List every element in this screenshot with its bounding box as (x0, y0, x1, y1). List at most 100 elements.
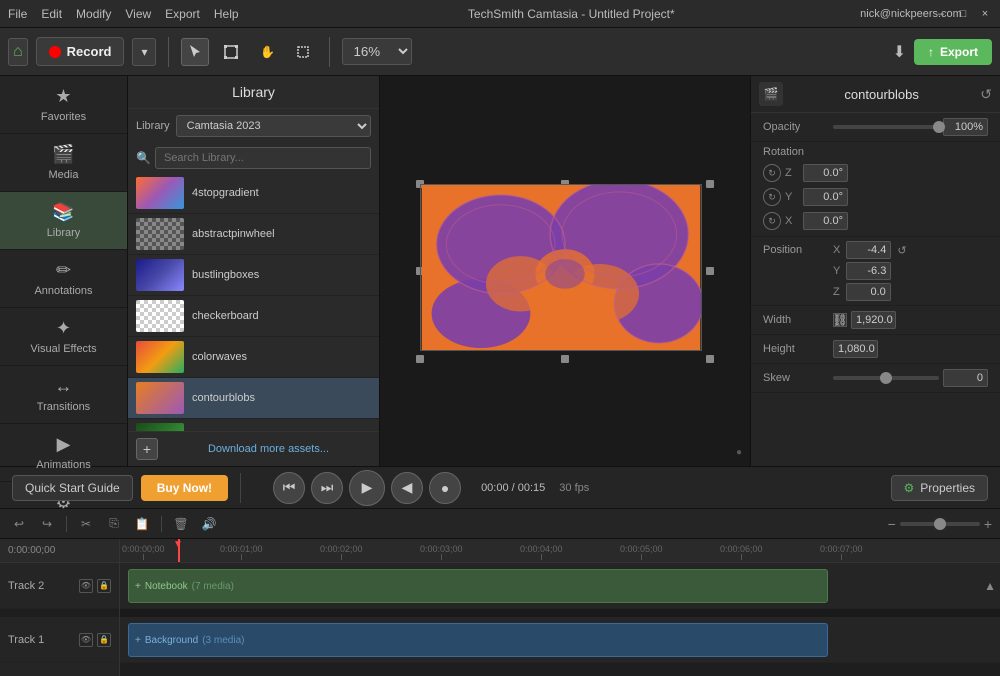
undo-button[interactable]: ↩ (8, 513, 30, 535)
menu-export[interactable]: Export (165, 7, 200, 21)
transform-tool[interactable] (217, 38, 245, 66)
buy-now-button[interactable]: Buy Now! (141, 475, 228, 501)
quick-start-guide-button[interactable]: Quick Start Guide (12, 475, 133, 501)
zoom-select[interactable]: 16% (342, 38, 412, 65)
position-z-value[interactable]: 0.0 (846, 283, 891, 301)
clip-detail-notebook: (7 media) (192, 581, 234, 592)
home-icon[interactable]: ⌂ (13, 43, 23, 61)
frame-forward-button[interactable]: ◀ (391, 472, 423, 504)
play-button[interactable]: ▶ (349, 470, 385, 506)
width-value[interactable]: 1,920.0 (851, 311, 896, 329)
pan-tool[interactable]: ✋ (253, 38, 281, 66)
playhead[interactable] (178, 539, 180, 562)
ruler-line (241, 554, 242, 560)
height-value[interactable]: 1,080.0 (833, 340, 878, 358)
delete-button[interactable]: 🗑 (170, 513, 192, 535)
copy-button[interactable]: ⎘ (103, 513, 125, 535)
position-reset-x[interactable]: ↺ (897, 244, 906, 257)
cut-button[interactable]: ✂ (75, 513, 97, 535)
media-icon: 🎬 (52, 144, 74, 165)
opacity-value[interactable]: 100% (943, 118, 988, 136)
zoom-out-icon[interactable]: − (888, 516, 896, 532)
track-1-visibility[interactable]: 👁 (79, 633, 93, 647)
skew-value[interactable]: 0 (943, 369, 988, 387)
handle-tr[interactable] (706, 180, 714, 188)
track-1-lock[interactable]: 🔒 (97, 633, 111, 647)
sidebar-item-annotations[interactable]: ✏ Annotations (0, 250, 127, 308)
redo-button[interactable]: ↪ (36, 513, 58, 535)
record-dropdown[interactable]: ▾ (132, 38, 156, 66)
position-y-value[interactable]: -6.3 (846, 262, 891, 280)
paste-button[interactable]: 📋 (131, 513, 153, 535)
volume-button[interactable]: ● (429, 472, 461, 504)
select-tool[interactable] (181, 38, 209, 66)
asset-item-checkerboard[interactable]: checkerboard (128, 296, 379, 337)
rotation-x-icon[interactable]: ↻ (763, 212, 781, 230)
rotation-x-value[interactable]: 0.0° (803, 212, 848, 230)
sidebar-item-visual-effects[interactable]: ✦ Visual Effects (0, 308, 127, 366)
position-x-value[interactable]: -4.4 (846, 241, 891, 259)
sidebar-item-library[interactable]: 📚 Library (0, 192, 127, 250)
sidebar-item-transitions[interactable]: ↔ Transitions (0, 366, 127, 424)
download-assets-link[interactable]: Download more assets... (166, 443, 371, 455)
asset-item-4stopgradient[interactable]: 4stopgradient (128, 173, 379, 214)
zoom-in-icon[interactable]: + (984, 516, 992, 532)
handle-mr[interactable] (706, 267, 714, 275)
audio-button[interactable]: 🔊 (198, 513, 220, 535)
search-input[interactable] (155, 147, 371, 169)
rewind-button[interactable]: ⏮ (273, 472, 305, 504)
export-button[interactable]: ↑ Export (914, 39, 992, 65)
zoom-thumb[interactable] (934, 518, 946, 530)
rotation-z-value[interactable]: 0.0° (803, 164, 848, 182)
handle-br[interactable] (706, 355, 714, 363)
asset-item-contourblobs[interactable]: contourblobs (128, 378, 379, 419)
track-2-lock[interactable]: 🔒 (97, 579, 111, 593)
frame-back-button[interactable]: ⏭ (311, 472, 343, 504)
sidebar-item-favorites[interactable]: ★ Favorites (0, 76, 127, 134)
track-2-visibility[interactable]: 👁 (79, 579, 93, 593)
menu-file[interactable]: File (8, 7, 27, 21)
track-clip-notebook[interactable]: + Notebook (7 media) (128, 569, 828, 603)
controls-separator (240, 473, 241, 503)
handle-bl[interactable] (416, 355, 424, 363)
menu-bar[interactable]: File Edit Modify View Export Help (8, 7, 239, 21)
opacity-thumb[interactable] (933, 121, 945, 133)
asset-item-bustlingboxes[interactable]: bustlingboxes (128, 255, 379, 296)
asset-item-digitaltrains[interactable]: digitaltrains (128, 419, 379, 431)
menu-view[interactable]: View (125, 7, 151, 21)
sidebar-item-animations[interactable]: ▶ Animations (0, 424, 127, 482)
refresh-button[interactable]: ↺ (980, 86, 992, 103)
expand-icon-bg[interactable]: + (135, 635, 141, 646)
width-lock-icon[interactable]: ⛓ (833, 313, 847, 327)
skew-thumb[interactable] (880, 372, 892, 384)
rotation-z-axis: Z (785, 167, 799, 179)
menu-edit[interactable]: Edit (41, 7, 62, 21)
maximize-button[interactable]: □ (956, 7, 970, 21)
minimize-button[interactable]: – (934, 7, 948, 21)
crop-tool[interactable] (289, 38, 317, 66)
menu-modify[interactable]: Modify (76, 7, 111, 21)
asset-item-colorwaves[interactable]: colorwaves (128, 337, 379, 378)
close-button[interactable]: × (978, 7, 992, 21)
properties-button[interactable]: ⚙ Properties (891, 475, 988, 501)
menu-help[interactable]: Help (214, 7, 239, 21)
opacity-slider[interactable] (833, 125, 939, 129)
asset-name: checkerboard (192, 310, 259, 322)
properties-panel-tab[interactable]: 🎬 (759, 82, 783, 106)
sidebar-item-media[interactable]: 🎬 Media (0, 134, 127, 192)
zoom-slider[interactable] (900, 522, 980, 526)
handle-bc[interactable] (561, 355, 569, 363)
window-buttons[interactable]: nick@nickpeers.com – □ × (904, 7, 992, 21)
add-asset-button[interactable]: + (136, 438, 158, 460)
track-clip-background[interactable]: + Background (3 media) (128, 623, 828, 657)
rotation-y-icon[interactable]: ↻ (763, 188, 781, 206)
rotation-z-icon[interactable]: ↻ (763, 164, 781, 182)
rotation-y-value[interactable]: 0.0° (803, 188, 848, 206)
library-selector-dropdown[interactable]: Camtasia 2023 (176, 115, 371, 137)
track-2-expand[interactable]: ▲ (984, 579, 996, 593)
expand-icon[interactable]: + (135, 581, 141, 592)
skew-slider[interactable] (833, 376, 939, 380)
download-icon[interactable]: ⬇ (893, 42, 906, 62)
record-button[interactable]: Record (36, 37, 125, 66)
asset-item-abstractpinwheel[interactable]: abstractpinwheel (128, 214, 379, 255)
